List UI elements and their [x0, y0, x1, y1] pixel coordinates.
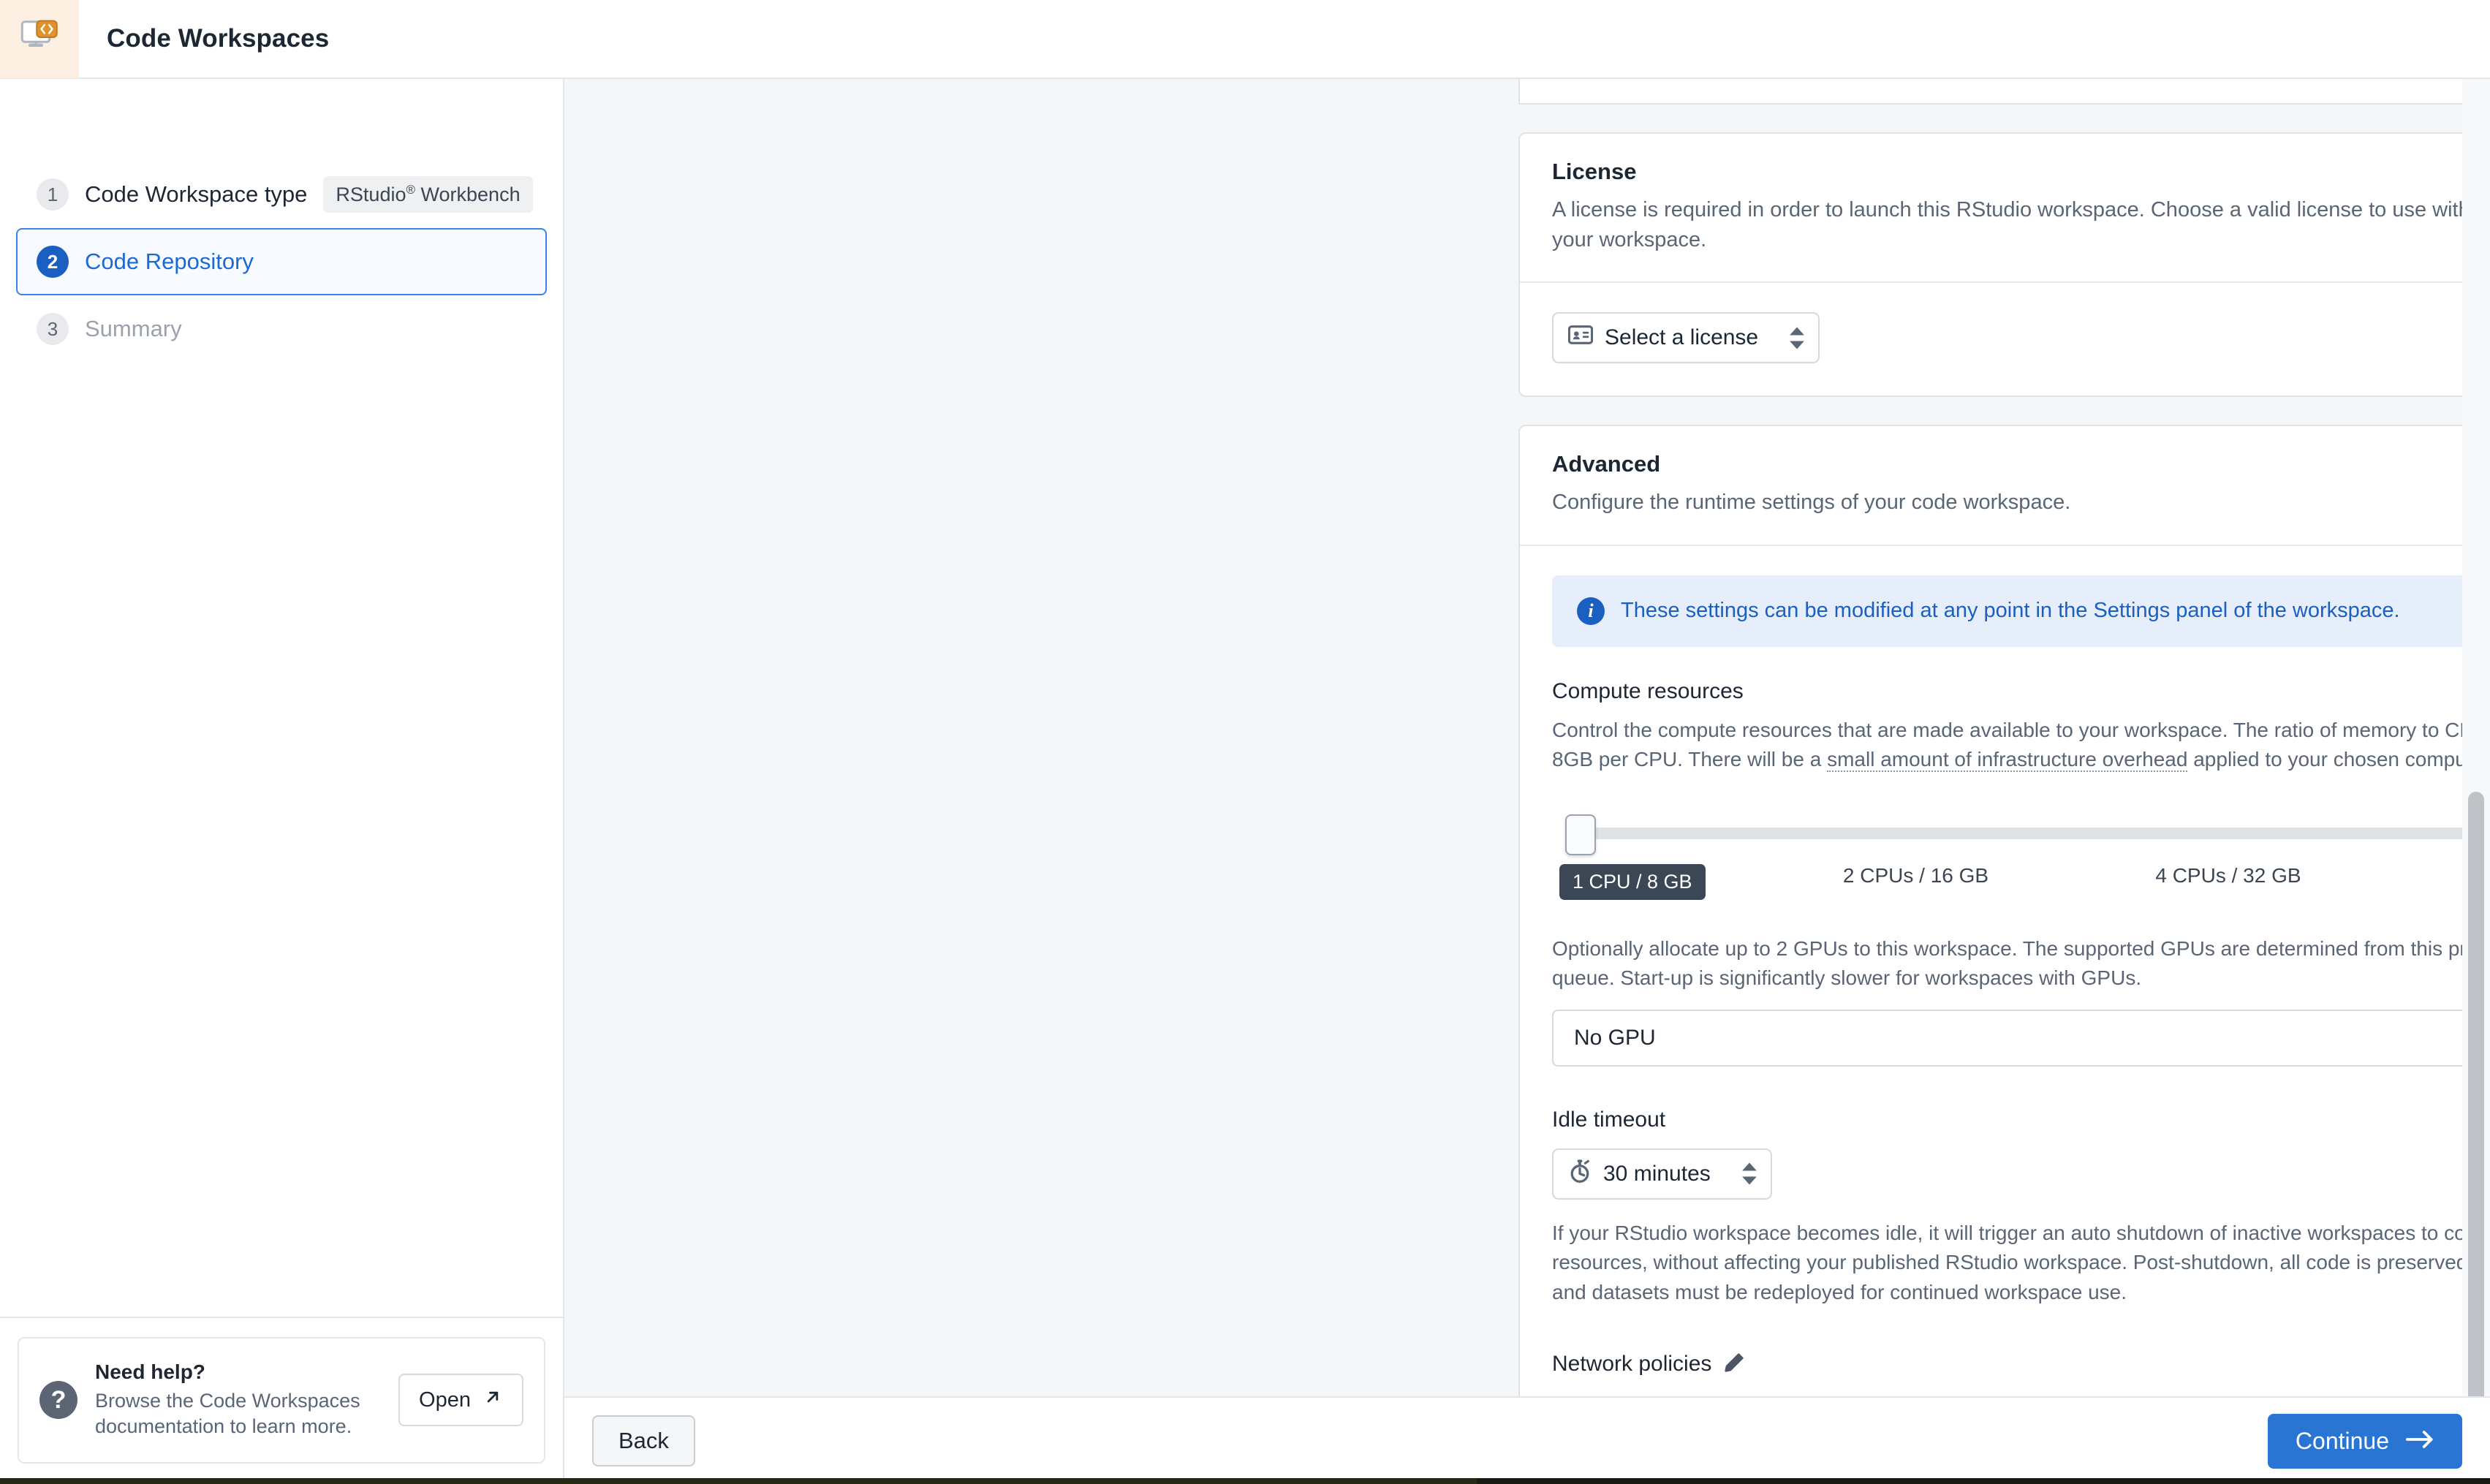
screen-bottom-edge-tint	[0, 1479, 1477, 1484]
license-title: License	[1552, 159, 1637, 184]
sidebar-item-label: Summary	[85, 316, 182, 341]
infrastructure-overhead-link[interactable]: small amount of infrastructure overhead	[1827, 748, 2188, 773]
step-number: 2	[37, 246, 69, 278]
continue-button[interactable]: Continue	[2267, 1413, 2462, 1469]
help-section: ? Need help? Browse the Code Workspaces …	[0, 1316, 563, 1484]
continue-label: Continue	[2295, 1427, 2389, 1454]
info-banner: i These settings can be modified at any …	[1552, 575, 2490, 647]
info-banner-text: These settings can be modified at any po…	[1621, 599, 2400, 623]
step-number: 3	[37, 313, 69, 345]
license-card-header: License A license is required in order t…	[1520, 134, 2490, 281]
id-card-icon	[1567, 325, 1594, 351]
idle-timeout-value: 30 minutes	[1603, 1161, 1711, 1186]
arrow-right-icon	[2405, 1428, 2434, 1455]
network-policies-header: Network policies	[1552, 1352, 2490, 1377]
page-title: Code Workspaces	[107, 24, 330, 53]
license-description: A license is required in order to launch…	[1552, 198, 2470, 252]
advanced-card-body: i These settings can be modified at any …	[1520, 546, 2490, 1396]
sidebar-item-code-repository[interactable]: 2 Code Repository	[16, 228, 547, 295]
advanced-card: Advanced Configure the runtime settings …	[1518, 425, 2490, 1396]
app-logo	[0, 0, 79, 78]
stopwatch-icon	[1568, 1159, 1592, 1189]
scrollbar-thumb[interactable]	[2468, 792, 2484, 1396]
app-header: Code Workspaces	[0, 0, 2490, 79]
help-subtitle: Browse the Code Workspaces documentation…	[95, 1389, 360, 1438]
license-select-value: Select a license	[1605, 325, 1759, 350]
idle-timeout-title: Idle timeout	[1552, 1107, 1666, 1132]
sidebar-item-label: Code Repository	[85, 249, 254, 274]
body: 1 Code Workspace type RStudio® Workbench…	[0, 79, 2490, 1484]
wizard-steps: 1 Code Workspace type RStudio® Workbench…	[0, 79, 563, 363]
question-mark-icon: ?	[39, 1381, 77, 1420]
license-card: License A license is required in order t…	[1518, 132, 2490, 398]
advanced-description: Configure the runtime settings of your c…	[1552, 491, 2071, 515]
license-card-body: Select a license	[1520, 283, 2490, 395]
compute-slider[interactable]: 1 CPU / 8 GB 2 CPUs / 16 GB 4 CPUs / 32 …	[1552, 809, 2490, 900]
help-card: ? Need help? Browse the Code Workspaces …	[18, 1336, 545, 1464]
idle-timeout-description: If your RStudio workspace becomes idle, …	[1552, 1221, 2490, 1304]
wizard-sidebar: 1 Code Workspace type RStudio® Workbench…	[0, 79, 564, 1484]
up-down-chevron-icon	[1789, 327, 1805, 349]
wizard-footer: Back Continue	[564, 1396, 2490, 1484]
sidebar-item-summary[interactable]: 3 Summary	[16, 295, 547, 363]
gpu-select[interactable]: No GPU	[1552, 1009, 2490, 1067]
card-column: License A license is required in order t…	[1518, 79, 2490, 1396]
open-docs-label: Open	[419, 1388, 471, 1412]
slider-thumb[interactable]	[1565, 814, 1596, 855]
external-link-arrow-icon	[483, 1387, 503, 1413]
sidebar-item-code-workspace-type[interactable]: 1 Code Workspace type RStudio® Workbench	[16, 161, 547, 228]
compute-resources-description: Control the compute resources that are m…	[1552, 716, 2490, 775]
code-workspace-monitor-icon	[18, 15, 61, 63]
advanced-title: Advanced	[1552, 451, 1661, 477]
license-select[interactable]: Select a license	[1552, 312, 1820, 364]
main-content: License A license is required in order t…	[564, 79, 2490, 1484]
idle-timeout-select[interactable]: 30 minutes	[1552, 1148, 1772, 1200]
gpu-description: Optionally allocate up to 2 GPUs to this…	[1552, 936, 2490, 990]
compute-resources-title: Compute resources	[1552, 678, 1744, 703]
slider-track[interactable]	[1576, 827, 2490, 839]
network-policies-title: Network policies	[1552, 1352, 1712, 1377]
code-workspaces-wizard: Code Workspaces 1 Code Workspace type RS…	[0, 0, 2490, 1484]
slider-tick-3: 4 CPUs / 32 GB	[2155, 863, 2301, 887]
open-docs-button[interactable]: Open	[398, 1374, 523, 1427]
sidebar-item-label: Code Workspace type	[85, 181, 308, 207]
compute-desc-part2: applied to your chosen compute resources…	[2193, 748, 2490, 771]
gpu-select-value: No GPU	[1574, 1025, 1656, 1050]
up-down-chevron-icon	[1741, 1162, 1757, 1185]
pencil-icon[interactable]	[1723, 1352, 1745, 1377]
advanced-card-header[interactable]: Advanced Configure the runtime settings …	[1520, 426, 2490, 544]
card-above-partial	[1518, 79, 2490, 105]
help-text: Need help? Browse the Code Workspaces do…	[95, 1360, 398, 1440]
slider-tick-2: 2 CPUs / 16 GB	[1842, 863, 1989, 887]
status-badge: RStudio® Workbench	[323, 176, 533, 213]
scroll-inner: License A license is required in order t…	[564, 79, 2490, 1396]
back-button[interactable]: Back	[592, 1415, 695, 1466]
step-number: 1	[37, 178, 69, 211]
scroll-area: License A license is required in order t…	[564, 79, 2490, 1396]
info-icon: i	[1577, 597, 1605, 625]
help-title: Need help?	[95, 1360, 205, 1383]
slider-value-tooltip: 1 CPU / 8 GB	[1559, 863, 1706, 900]
